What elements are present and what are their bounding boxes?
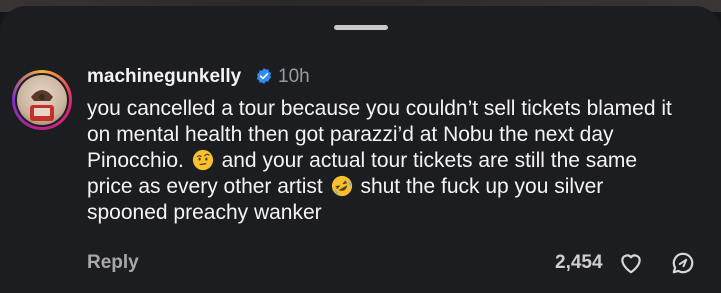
drag-handle[interactable]	[334, 25, 388, 30]
avatar[interactable]	[12, 70, 72, 130]
face-with-raised-eyebrow-emoji	[192, 149, 213, 171]
comment-text: you cancelled a tour because you couldn’…	[87, 96, 687, 226]
avatar-ring-gap	[15, 73, 69, 127]
avatar-image	[17, 75, 67, 125]
comment-timestamp: 10h	[278, 66, 310, 87]
verified-badge-icon	[256, 68, 272, 84]
rolling-on-the-floor-laughing-emoji	[331, 175, 352, 197]
reply-button[interactable]: Reply	[87, 252, 139, 274]
share-icon[interactable]	[670, 250, 696, 276]
heart-icon[interactable]	[618, 250, 644, 276]
comment-username[interactable]: machinegunkelly	[87, 66, 241, 88]
like-count: 2,454	[555, 252, 603, 273]
